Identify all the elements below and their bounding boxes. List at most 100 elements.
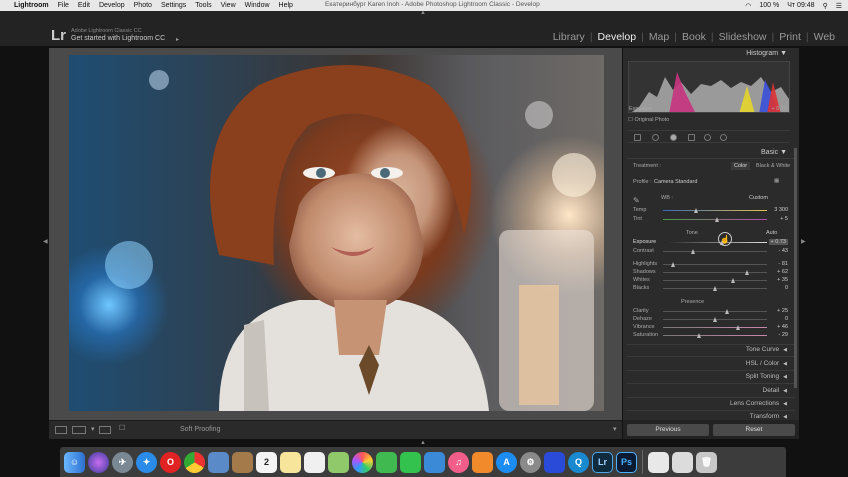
siri-icon[interactable] (88, 451, 109, 473)
quicktime-icon[interactable]: Q (568, 451, 589, 473)
panel-split-toning[interactable]: Split Toning ◀ (746, 373, 787, 380)
panel-hsl[interactable]: HSL / Color ◀ (746, 360, 787, 367)
identity-plate[interactable]: Get started with Lightroom CC (71, 35, 165, 42)
wb-eyedropper-icon[interactable]: ✎ (633, 196, 640, 205)
notification-icon[interactable]: ☰ (836, 2, 842, 10)
vibrance-value[interactable]: + 46 (777, 324, 788, 330)
right-panel-toggle-icon[interactable]: ▶ (801, 238, 806, 245)
auto-tone-button[interactable]: Auto (766, 230, 777, 236)
maps-icon[interactable] (328, 451, 349, 473)
module-map[interactable]: Map (644, 31, 674, 43)
slider-dehaze[interactable]: Dehaze 0 (633, 316, 788, 324)
crop-tool-icon[interactable] (634, 134, 641, 141)
before-after-icon[interactable] (72, 426, 86, 434)
slider-clarity[interactable]: Clarity + 25 (633, 308, 788, 316)
slider-vibrance[interactable]: Vibrance + 46 (633, 324, 788, 332)
profile-dropdown[interactable]: Camera Standard (654, 179, 697, 185)
exposure-track[interactable] (663, 242, 767, 243)
panel-lens-corrections[interactable]: Lens Corrections ◀ (730, 400, 787, 407)
itunes-icon[interactable]: ♫ (448, 451, 469, 473)
clarity-track[interactable] (663, 311, 767, 312)
menu-window[interactable]: Window (245, 2, 270, 9)
identity-arrow-icon[interactable]: ▸ (176, 36, 179, 43)
histogram-title[interactable]: Histogram ▼ (746, 50, 787, 57)
panel-scrollbar[interactable] (794, 148, 797, 388)
module-book[interactable]: Book (677, 31, 711, 43)
module-web[interactable]: Web (809, 31, 840, 43)
slider-saturation[interactable]: Saturation - 29 (633, 332, 788, 340)
temp-track[interactable] (663, 210, 767, 211)
slider-exposure[interactable]: Exposure + 0.73 (633, 239, 788, 247)
safari-icon[interactable]: ✦ (136, 451, 157, 473)
module-print[interactable]: Print (774, 31, 806, 43)
wifi-icon[interactable]: ◠ (745, 2, 751, 10)
module-slideshow[interactable]: Slideshow (714, 31, 772, 43)
slider-temp[interactable]: Temp 3 300 (633, 207, 788, 215)
shadows-knob[interactable] (744, 270, 749, 275)
messages-icon[interactable] (376, 451, 397, 473)
slider-whites[interactable]: Whites + 35 (633, 277, 788, 285)
filmstrip-toggle-icon[interactable]: ▲ (420, 440, 426, 446)
photoshop-icon[interactable]: Ps (616, 451, 637, 473)
menu-view[interactable]: View (221, 2, 236, 9)
slider-contrast[interactable]: Contrast - 43 (633, 248, 788, 256)
contrast-value[interactable]: - 43 (779, 248, 788, 254)
notebook-icon[interactable] (232, 451, 253, 473)
saturation-track[interactable] (663, 335, 767, 336)
vibrance-knob[interactable] (736, 325, 741, 330)
compare-icon[interactable] (99, 426, 111, 434)
menu-tools[interactable]: Tools (195, 2, 211, 9)
menu-develop[interactable]: Develop (99, 2, 125, 9)
menu-edit[interactable]: Edit (78, 2, 90, 9)
radial-filter-icon[interactable] (704, 134, 711, 141)
saturation-knob[interactable] (696, 333, 701, 338)
original-photo-checkbox[interactable]: ☐ Original Photo (628, 117, 669, 123)
whites-knob[interactable] (731, 278, 736, 283)
keynote-icon[interactable] (424, 451, 445, 473)
system-prefs-icon[interactable]: ⚙ (520, 451, 541, 473)
slider-shadows[interactable]: Shadows + 62 (633, 269, 788, 277)
menu-settings[interactable]: Settings (161, 2, 186, 9)
highlights-track[interactable] (663, 264, 767, 265)
tint-value[interactable]: + 5 (780, 216, 788, 222)
shadows-value[interactable]: + 62 (777, 269, 788, 275)
panel-tone-curve[interactable]: Tone Curve ◀ (746, 346, 787, 353)
exposure-value[interactable]: + 0.73 (768, 239, 788, 245)
treatment-bw-button[interactable]: Black & White (753, 162, 793, 170)
menu-help[interactable]: Help (279, 2, 293, 9)
spotlight-icon[interactable]: ⚲ (823, 2, 828, 10)
finder-icon[interactable]: ☺ (64, 451, 85, 473)
dehaze-value[interactable]: 0 (785, 316, 788, 322)
highlights-knob[interactable] (670, 262, 675, 267)
document-icon[interactable] (648, 451, 669, 473)
menu-photo[interactable]: Photo (134, 2, 152, 9)
battery-percent[interactable]: 100 % (759, 2, 779, 9)
photos-icon[interactable] (352, 451, 373, 473)
slider-highlights[interactable]: Highlights - 81 (633, 261, 788, 269)
panel-detail[interactable]: Detail ◀ (763, 387, 787, 394)
saturation-value[interactable]: - 29 (779, 332, 788, 338)
notes-icon[interactable] (280, 451, 301, 473)
whites-track[interactable] (663, 280, 767, 281)
chrome-icon[interactable] (184, 451, 205, 473)
top-panel-toggle-icon[interactable]: ▲ (420, 10, 426, 16)
launchpad-icon[interactable]: ✈ (112, 451, 133, 473)
contrast-track[interactable] (663, 251, 767, 252)
highlights-value[interactable]: - 81 (779, 261, 788, 267)
left-panel-toggle-icon[interactable]: ◀ (43, 238, 48, 245)
blacks-value[interactable]: 0 (785, 285, 788, 291)
wb-dropdown[interactable]: Custom (749, 195, 768, 201)
profile-browser-icon[interactable]: ▦ (774, 178, 779, 184)
graduated-filter-icon[interactable] (688, 134, 695, 141)
treatment-color-button[interactable]: Color (731, 162, 751, 170)
spot-removal-icon[interactable] (652, 134, 659, 141)
trash-icon[interactable]: 🗑 (696, 451, 717, 473)
temp-value[interactable]: 3 300 (774, 207, 788, 213)
lightroom-icon[interactable]: Lr (592, 451, 613, 473)
toolbar-menu-icon[interactable]: ▾ (613, 425, 617, 433)
slider-tint[interactable]: Tint + 5 (633, 216, 788, 224)
soft-proof-checkbox[interactable]: ☐ (119, 424, 125, 432)
red-eye-icon[interactable] (670, 134, 677, 141)
loupe-view-icon[interactable] (55, 426, 67, 434)
blacks-knob[interactable] (712, 286, 717, 291)
